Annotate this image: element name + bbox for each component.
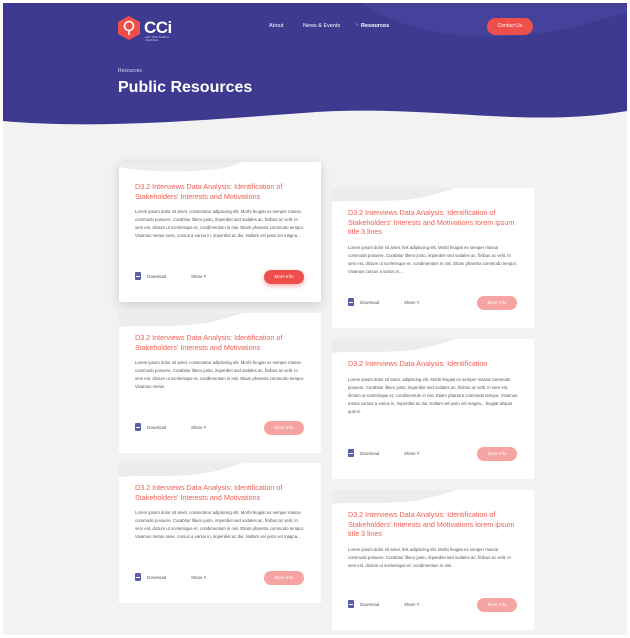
breadcrumb[interactable]: Resources	[118, 68, 142, 74]
share-icon: <	[416, 451, 420, 457]
share-link[interactable]: Share <	[404, 451, 420, 457]
resource-card: D3.2 Interviews Data Analysis: Identific…	[119, 313, 321, 453]
logo[interactable]: CCi LET THIS EARTH CHANGE	[117, 15, 177, 45]
share-label: Share	[404, 602, 416, 607]
more-info-button[interactable]: More Info	[477, 296, 517, 310]
download-label: Download	[360, 450, 380, 456]
resource-card: D3.2 Interviews Data Analysis: Identific…	[332, 490, 534, 630]
document-icon	[135, 573, 141, 581]
contact-us-button[interactable]: Contact Us	[487, 18, 533, 35]
share-label: Share	[191, 575, 203, 580]
card-title[interactable]: D3.2 Interviews Data Analysis: Identific…	[135, 182, 305, 201]
card-description: Lorem ipsum dolor sit amet, consectetur …	[135, 510, 305, 539]
download-link[interactable]: Download	[348, 600, 379, 608]
document-icon	[348, 600, 354, 608]
share-label: Share	[191, 425, 203, 430]
download-label: Download	[360, 299, 380, 305]
download-link[interactable]: Download	[348, 298, 379, 306]
download-label: Download	[360, 601, 380, 607]
share-icon: <	[203, 274, 207, 280]
download-label: Download	[147, 574, 167, 580]
download-link[interactable]: Download	[135, 272, 166, 280]
card-title[interactable]: D3.2 Interviews Data Analysis: Identific…	[135, 483, 305, 502]
download-link[interactable]: Download	[135, 423, 166, 431]
card-description: Lorem ipsum dolor sit amet, consectetur …	[135, 209, 305, 238]
card-title[interactable]: D3.2 Interviews Data Analysis: Identific…	[348, 359, 518, 369]
nav-active-indicator-icon: ›	[356, 22, 358, 28]
resource-card: D3.2 Interviews Data Analysis: Identific…	[332, 188, 534, 328]
share-label: Share	[404, 451, 416, 456]
more-info-button[interactable]: More Info	[264, 571, 304, 585]
card-description: Lorem ipsum dolor sit amet, adipiscing e…	[348, 377, 518, 414]
card-description: Lorem ipsum dolor sit amet, consectetur …	[135, 360, 305, 389]
document-icon	[348, 449, 354, 457]
more-info-button[interactable]: More Info	[264, 270, 304, 284]
page-title: Public Resources	[118, 79, 253, 96]
document-icon	[135, 272, 141, 280]
share-label: Share	[404, 300, 416, 305]
more-info-button[interactable]: More Info	[477, 447, 517, 461]
document-icon	[135, 423, 141, 431]
card-title[interactable]: D3.2 Interviews Data Analysis: Identific…	[135, 333, 305, 352]
resource-card: D3.2 Interviews Data Analysis: Identific…	[119, 463, 321, 603]
share-link[interactable]: Share <	[191, 425, 207, 431]
share-link[interactable]: Share <	[191, 274, 207, 280]
card-description: Lorem ipsum dolor sit amet, link adipisc…	[348, 245, 518, 274]
page: CCi LET THIS EARTH CHANGE About News & E…	[3, 3, 627, 635]
more-info-button[interactable]: More Info	[264, 421, 304, 435]
share-icon: <	[416, 602, 420, 608]
share-label: Share	[191, 274, 203, 279]
share-link[interactable]: Share <	[191, 575, 207, 581]
share-icon: <	[416, 300, 420, 306]
nav-about[interactable]: About	[269, 23, 283, 29]
share-link[interactable]: Share <	[404, 300, 420, 306]
share-link[interactable]: Share <	[404, 602, 420, 608]
card-description: Lorem ipsum dolor sit amet, link adipisc…	[348, 547, 511, 568]
logo-badge-icon	[118, 16, 140, 40]
logo-tagline: LET THIS EARTH CHANGE	[145, 35, 170, 42]
share-icon: <	[203, 575, 207, 581]
download-label: Download	[147, 424, 167, 430]
card-title[interactable]: D3.2 Interviews Data Analysis: Identific…	[348, 510, 518, 539]
resource-card: D3.2 Interviews Data Analysis: Identific…	[332, 339, 534, 479]
nav-news-events[interactable]: News & Events	[303, 23, 340, 29]
share-icon: <	[203, 425, 207, 431]
download-link[interactable]: Download	[135, 573, 166, 581]
card-title[interactable]: D3.2 Interviews Data Analysis: Identific…	[348, 208, 518, 237]
nav-resources[interactable]: Resources	[361, 23, 389, 29]
resource-card: D3.2 Interviews Data Analysis: Identific…	[119, 162, 321, 302]
download-label: Download	[147, 273, 167, 279]
more-info-button[interactable]: More Info	[477, 598, 517, 612]
download-link[interactable]: Download	[348, 449, 379, 457]
document-icon	[348, 298, 354, 306]
